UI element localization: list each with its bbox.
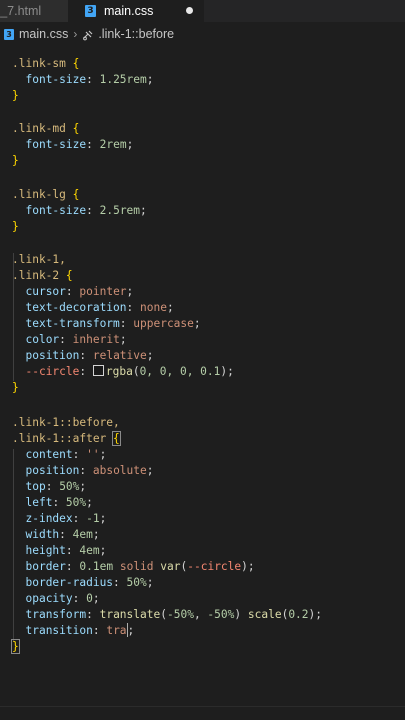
- code-line: .link-md {: [12, 122, 80, 135]
- code-line: height: 4em;: [25, 544, 107, 557]
- code-line: color: inherit;: [25, 333, 127, 346]
- tab-label: main.css: [104, 4, 154, 18]
- code-line: font-size: 1.25rem;: [25, 73, 154, 86]
- code-line: top: 50%;: [25, 480, 87, 493]
- css-file-icon: 3: [4, 28, 14, 40]
- code-line: .link-2 {: [12, 269, 73, 282]
- code-line: border: 0.1em solid var(--circle);: [25, 560, 255, 573]
- tab-bar: ex_7.html 3 main.css: [0, 0, 405, 22]
- code-line: .link-1::before,: [12, 416, 120, 429]
- code-line: .link-1::after {: [12, 431, 121, 446]
- tab-main-css[interactable]: 3 main.css: [69, 0, 204, 22]
- code-line: position: absolute;: [25, 464, 154, 477]
- breadcrumb-file[interactable]: main.css: [19, 27, 68, 41]
- code-line: cursor: pointer;: [25, 285, 134, 298]
- chevron-right-icon: ›: [73, 27, 78, 41]
- tab-bar-empty: [204, 0, 405, 22]
- selector-symbol-icon: [83, 30, 93, 41]
- code-line: font-size: 2rem;: [25, 138, 134, 151]
- code-line: .link-sm {: [12, 57, 80, 70]
- status-bar: [0, 706, 405, 720]
- code-line: left: 50%;: [25, 496, 93, 509]
- code-editor[interactable]: .link-sm { font-size: 1.25rem; } .link-m…: [0, 46, 405, 706]
- code-line: content: '';: [25, 448, 107, 461]
- tab-ex-7-html[interactable]: ex_7.html: [0, 0, 69, 22]
- unsaved-dot-icon[interactable]: [186, 7, 193, 14]
- breadcrumb-selector[interactable]: .link-1::before: [98, 27, 174, 41]
- code-line: }: [12, 220, 19, 233]
- code-line: width: 4em;: [25, 528, 100, 541]
- code-line: text-decoration: none;: [25, 301, 174, 314]
- code-line: position: relative;: [25, 349, 154, 362]
- code-line: opacity: 0;: [25, 592, 100, 605]
- code-line: font-size: 2.5rem;: [25, 204, 147, 217]
- code-line: border-radius: 50%;: [25, 576, 154, 589]
- tab-label: ex_7.html: [0, 4, 42, 18]
- breadcrumb: 3 main.css › .link-1::before: [0, 22, 405, 46]
- code-line: }: [12, 154, 19, 167]
- code-line: }: [11, 639, 20, 654]
- code-line: z-index: -1;: [25, 512, 107, 525]
- code-line: text-transform: uppercase;: [25, 317, 201, 330]
- code-line: .link-lg {: [12, 188, 80, 201]
- code-line: --circle: rgba(0, 0, 0, 0.1);: [25, 365, 234, 378]
- code-line: }: [12, 89, 19, 102]
- code-line: }: [12, 381, 19, 394]
- color-swatch[interactable]: [92, 365, 104, 376]
- code-line-active: transition: tra;: [25, 623, 135, 637]
- css-file-icon: 3: [85, 5, 96, 17]
- code-line: .link-1,: [12, 253, 66, 266]
- code-line: transform: translate(-50%, -50%) scale(0…: [25, 608, 323, 621]
